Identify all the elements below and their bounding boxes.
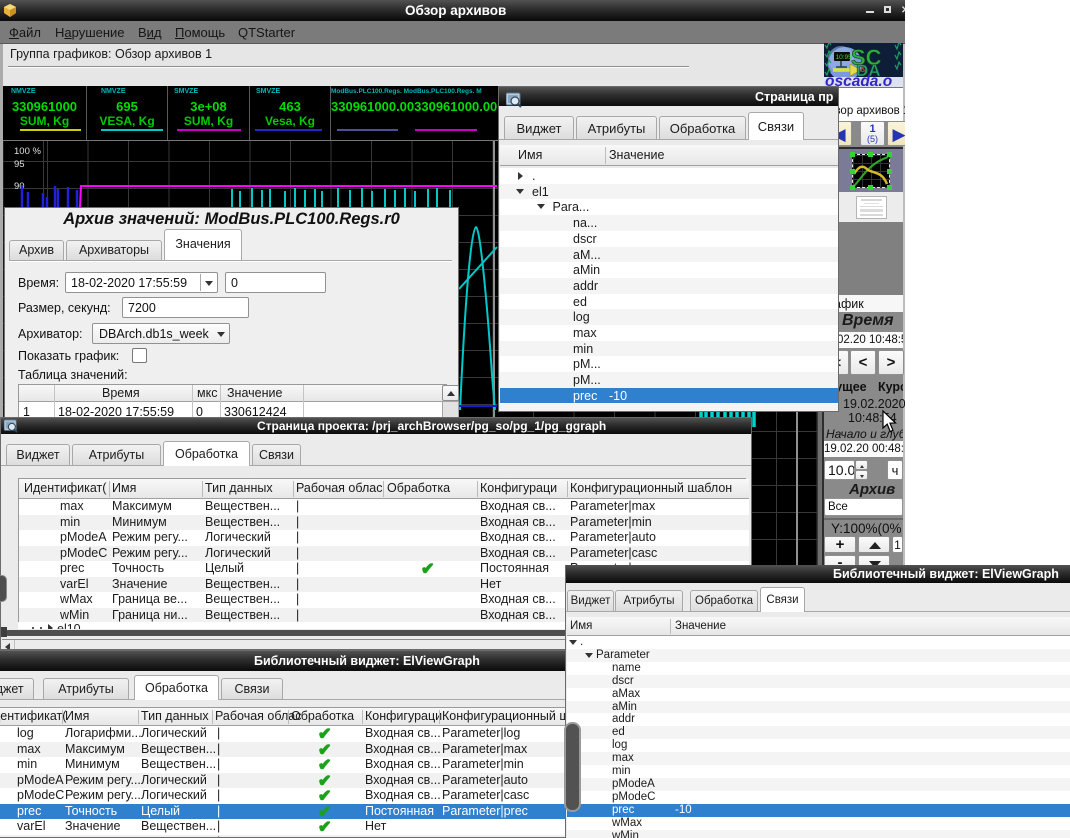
svg-text:10:95: 10:95 xyxy=(836,54,853,61)
